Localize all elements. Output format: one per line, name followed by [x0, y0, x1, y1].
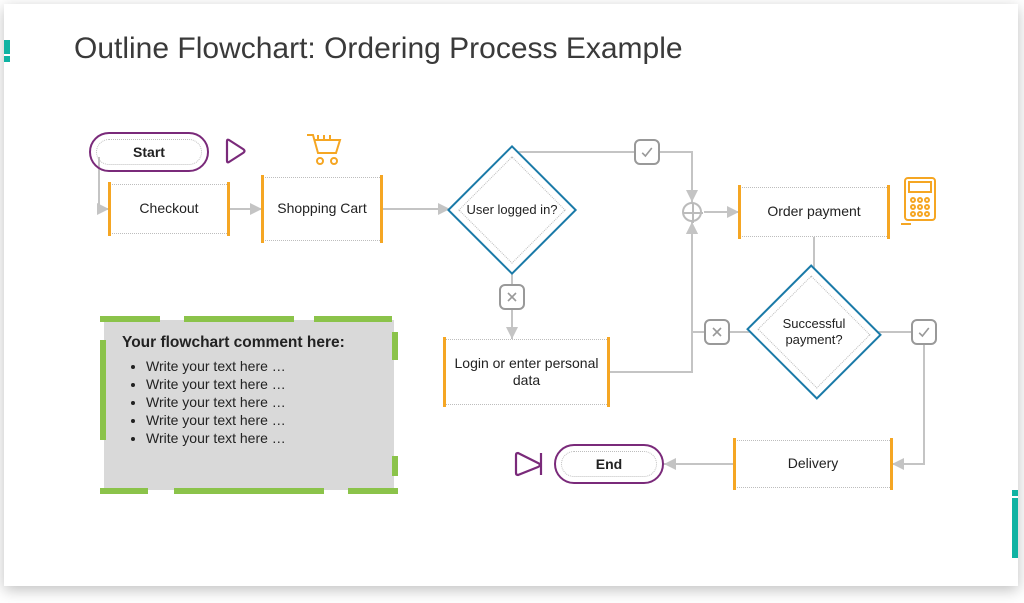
- cart-icon: [304, 132, 344, 173]
- check-icon: [911, 319, 937, 345]
- terminal-icon: [899, 176, 941, 233]
- node-start: Start: [89, 132, 209, 172]
- play-icon: [220, 136, 250, 171]
- node-decision-payment: Successful payment?: [764, 286, 864, 378]
- comment-item: Write your text here …: [146, 376, 376, 392]
- comment-item: Write your text here …: [146, 394, 376, 410]
- comment-item: Write your text here …: [146, 358, 376, 374]
- flowchart-canvas: Start Checkout Shopping Cart User: [4, 4, 1018, 586]
- node-shopping-cart: Shopping Cart: [262, 177, 382, 241]
- slide: Outline Flowchart: Ordering Process Exam…: [4, 4, 1018, 586]
- connector-junction: [682, 202, 702, 222]
- comment-item: Write your text here …: [146, 412, 376, 428]
- cross-icon: [704, 319, 730, 345]
- node-paysucc-label: Successful payment?: [764, 316, 864, 349]
- node-login: Login or enter personal data: [444, 339, 609, 405]
- node-cart-label: Shopping Cart: [277, 200, 367, 218]
- node-checkout: Checkout: [109, 184, 229, 234]
- node-loggedin-label: User logged in?: [466, 202, 557, 218]
- node-order-payment: Order payment: [739, 187, 889, 237]
- comment-item: Write your text here …: [146, 430, 376, 446]
- node-decision-loggedin: User logged in?: [466, 164, 558, 256]
- check-icon: [634, 139, 660, 165]
- node-login-label: Login or enter personal data: [445, 355, 608, 390]
- node-end: End: [554, 444, 664, 484]
- node-delivery: Delivery: [734, 440, 892, 488]
- comment-list: Write your text here … Write your text h…: [122, 358, 376, 446]
- node-orderpay-label: Order payment: [767, 203, 860, 221]
- node-checkout-label: Checkout: [139, 200, 198, 218]
- cross-icon: [499, 284, 525, 310]
- node-delivery-label: Delivery: [788, 455, 839, 473]
- comment-box: Your flowchart comment here: Write your …: [104, 320, 394, 490]
- comment-heading: Your flowchart comment here:: [122, 334, 376, 352]
- stop-icon: [512, 447, 546, 486]
